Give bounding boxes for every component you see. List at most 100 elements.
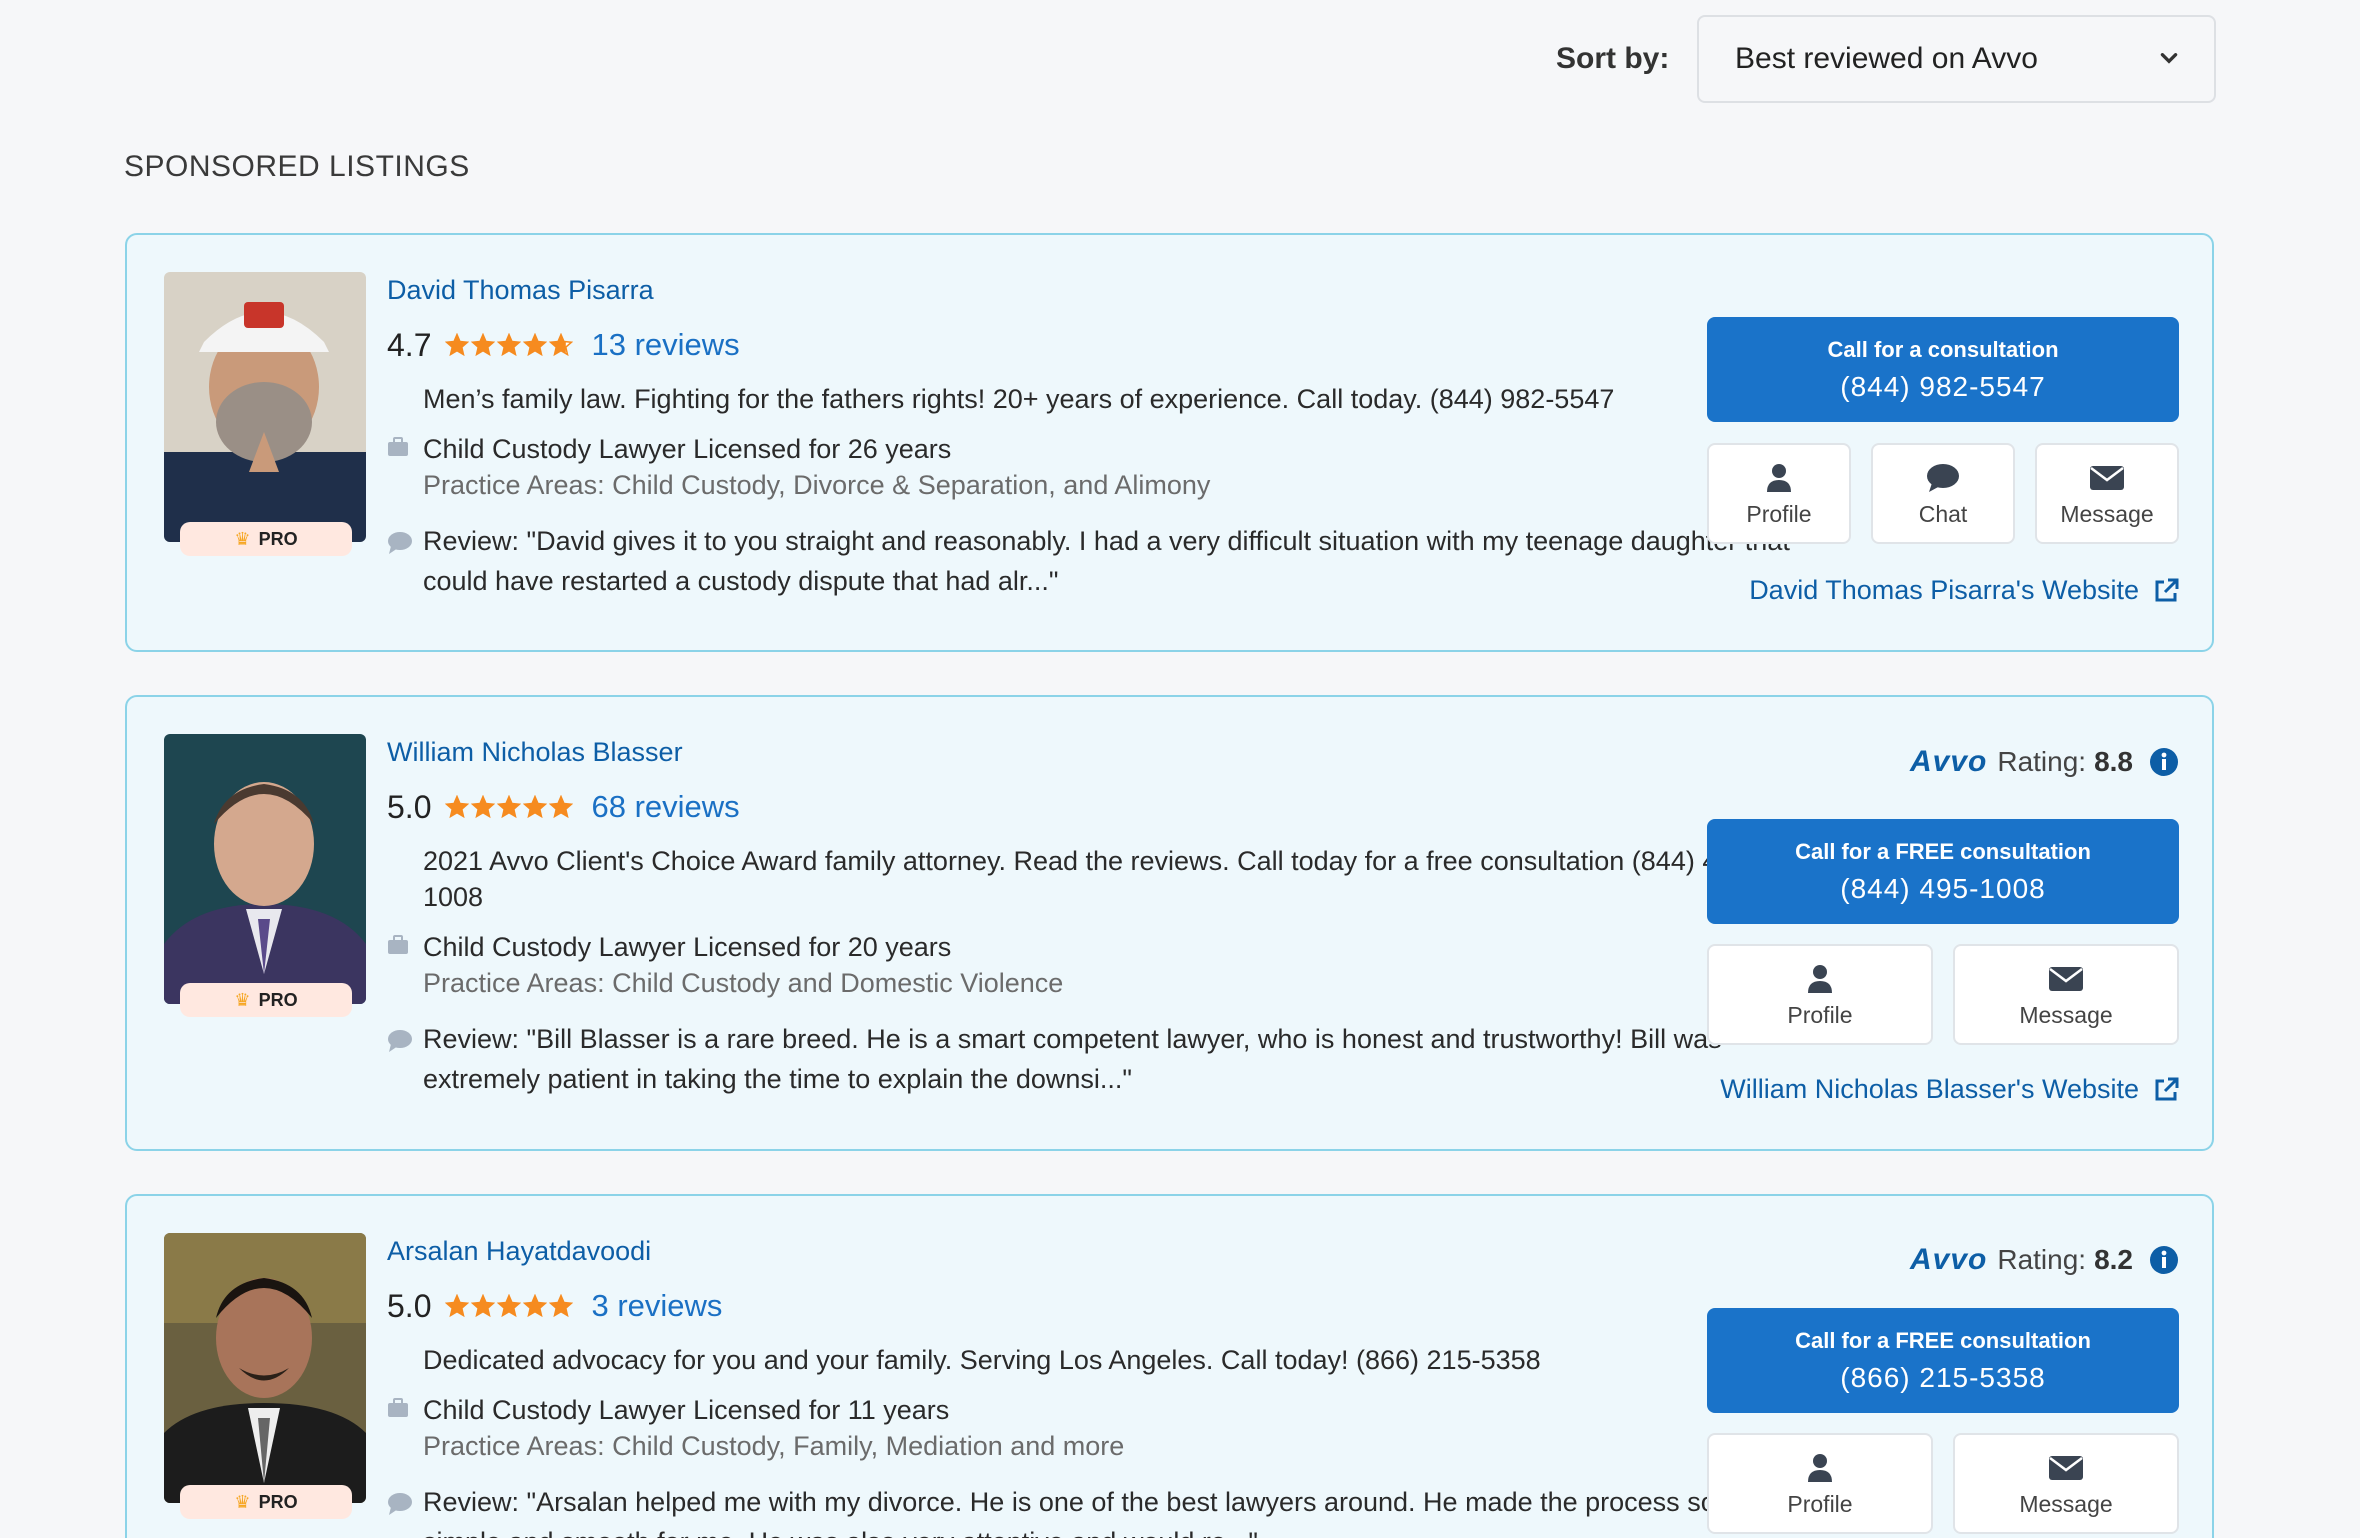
reviews-link[interactable]: 13 reviews: [591, 327, 739, 363]
pro-badge: ♛ PRO: [180, 1485, 352, 1519]
envelope-icon: [2049, 967, 2083, 991]
call-button[interactable]: Call for a FREE consultation (866) 215-5…: [1707, 1308, 2179, 1413]
person-icon: [1808, 1454, 1832, 1482]
avvo-rating: Avvo Rating: 8.2: [1910, 1240, 2179, 1280]
practice-areas: Practice Areas: Child Custody, Family, M…: [423, 1431, 1125, 1461]
star-icon: [445, 1294, 470, 1318]
practice-areas: Practice Areas: Child Custody and Domest…: [423, 968, 1064, 998]
speech-bubble-icon: [388, 1030, 412, 1052]
star-icon: [523, 795, 548, 819]
reviews-link[interactable]: 68 reviews: [591, 789, 739, 825]
star-icon: [445, 795, 470, 819]
star-rating: [445, 333, 575, 357]
listing-card: ♛ PRO William Nicholas Blasser 5.0 68 rev…: [125, 695, 2214, 1151]
star-icon: [549, 333, 574, 357]
chevron-down-icon: [2160, 53, 2178, 64]
briefcase-icon: [388, 1398, 408, 1417]
pro-badge: ♛ PRO: [180, 522, 352, 556]
avvo-logo: Avvo: [1909, 1243, 1988, 1276]
lawyer-name[interactable]: Arsalan Hayatdavoodi: [387, 1236, 651, 1267]
person-icon: [1808, 965, 1832, 993]
tagline: 2021 Avvo Client's Choice Award family a…: [423, 846, 1757, 912]
star-icon: [471, 333, 496, 357]
envelope-icon: [2049, 1456, 2083, 1480]
star-icon: [471, 1294, 496, 1318]
section-title: SPONSORED LISTINGS: [124, 150, 470, 183]
star-icon: [497, 333, 522, 357]
website-link[interactable]: David Thomas Pisarra's Website: [1749, 575, 2179, 606]
review-snippet: Review: "Arsalan helped me with my divor…: [387, 1482, 1797, 1538]
crown-icon: ♛: [234, 989, 251, 1010]
rating-row: 5.0 68 reviews: [387, 787, 740, 827]
message-button[interactable]: Message: [1953, 1433, 2179, 1534]
info-icon[interactable]: [2149, 1245, 2179, 1275]
star-icon: [549, 1294, 574, 1318]
external-link-icon: [2155, 1077, 2179, 1100]
avvo-rating: Avvo Rating: 8.8: [1910, 742, 2179, 782]
practice-areas: Practice Areas: Child Custody, Divorce &…: [423, 470, 1211, 500]
tagline: Men’s family law. Fighting for the fathe…: [423, 384, 1615, 414]
sort-label: Sort by:: [1556, 42, 1670, 75]
crown-icon: ♛: [234, 528, 251, 549]
lawyer-photo: [164, 1233, 366, 1503]
license-text: Child Custody Lawyer Licensed for 11 yea…: [423, 1395, 950, 1425]
reviews-link[interactable]: 3 reviews: [591, 1288, 722, 1324]
star-icon: [471, 795, 496, 819]
rating-row: 4.7 13 reviews: [387, 325, 740, 365]
star-icon: [445, 333, 470, 357]
star-rating: [445, 1294, 575, 1318]
website-link[interactable]: William Nicholas Blasser's Website: [1720, 1074, 2179, 1105]
chat-button[interactable]: Chat: [1871, 443, 2015, 544]
license-text: Child Custody Lawyer Licensed for 26 yea…: [423, 434, 952, 464]
license-info: Child Custody Lawyer Licensed for 11 yea…: [387, 1392, 1797, 1464]
envelope-icon: [2090, 466, 2124, 490]
star-icon: [549, 795, 574, 819]
rating-score: 4.7: [387, 326, 432, 363]
speech-bubble-icon: [388, 532, 412, 554]
pro-badge: ♛ PRO: [180, 983, 352, 1017]
review-text: Review: "Arsalan helped me with my divor…: [423, 1487, 1716, 1538]
speech-bubble-icon: [388, 1493, 412, 1515]
profile-button[interactable]: Profile: [1707, 1433, 1933, 1534]
profile-button[interactable]: Profile: [1707, 944, 1933, 1045]
rating-score: 5.0: [387, 788, 432, 825]
message-button[interactable]: Message: [2035, 443, 2179, 544]
call-button[interactable]: Call for a consultation (844) 982-5547: [1707, 317, 2179, 422]
sort-selected-value: Best reviewed on Avvo: [1735, 42, 2038, 75]
star-icon: [523, 1294, 548, 1318]
profile-button[interactable]: Profile: [1707, 443, 1851, 544]
rating-score: 5.0: [387, 1287, 432, 1324]
license-info: Child Custody Lawyer Licensed for 20 yea…: [387, 929, 1797, 1001]
review-text: Review: "David gives it to you straight …: [423, 526, 1790, 596]
person-icon: [1767, 464, 1791, 492]
avvo-logo: Avvo: [1909, 745, 1988, 778]
lawyer-photo: [164, 734, 366, 1004]
call-button[interactable]: Call for a FREE consultation (844) 495-1…: [1707, 819, 2179, 924]
avvo-rating-value: 8.2: [2094, 1244, 2133, 1275]
briefcase-icon: [388, 935, 408, 954]
listing-card: ♛ PRO Arsalan Hayatdavoodi 5.0 3 reviews …: [125, 1194, 2214, 1538]
listing-card: ♛ PRO David Thomas Pisarra 4.7 13 reviews…: [125, 233, 2214, 652]
license-info: Child Custody Lawyer Licensed for 26 yea…: [387, 431, 1797, 503]
review-text: Review: "Bill Blasser is a rare breed. H…: [423, 1024, 1722, 1094]
star-rating: [445, 795, 575, 819]
sort-bar: Sort by:: [1556, 15, 1699, 103]
rating-row: 5.0 3 reviews: [387, 1286, 722, 1326]
review-snippet: Review: "David gives it to you straight …: [387, 521, 1797, 601]
external-link-icon: [2155, 578, 2179, 601]
review-snippet: Review: "Bill Blasser is a rare breed. H…: [387, 1019, 1797, 1099]
chat-bubble-icon: [1927, 464, 1959, 492]
info-icon[interactable]: [2149, 747, 2179, 777]
lawyer-name[interactable]: David Thomas Pisarra: [387, 275, 654, 306]
message-button[interactable]: Message: [1953, 944, 2179, 1045]
lawyer-photo: [164, 272, 366, 542]
sort-select[interactable]: Best reviewed on Avvo: [1697, 15, 2216, 103]
star-icon: [497, 1294, 522, 1318]
lawyer-name[interactable]: William Nicholas Blasser: [387, 737, 683, 768]
star-icon: [523, 333, 548, 357]
briefcase-icon: [388, 437, 408, 456]
tagline: Dedicated advocacy for you and your fami…: [423, 1345, 1541, 1375]
star-icon: [497, 795, 522, 819]
crown-icon: ♛: [234, 1491, 251, 1512]
avvo-rating-value: 8.8: [2094, 746, 2133, 777]
